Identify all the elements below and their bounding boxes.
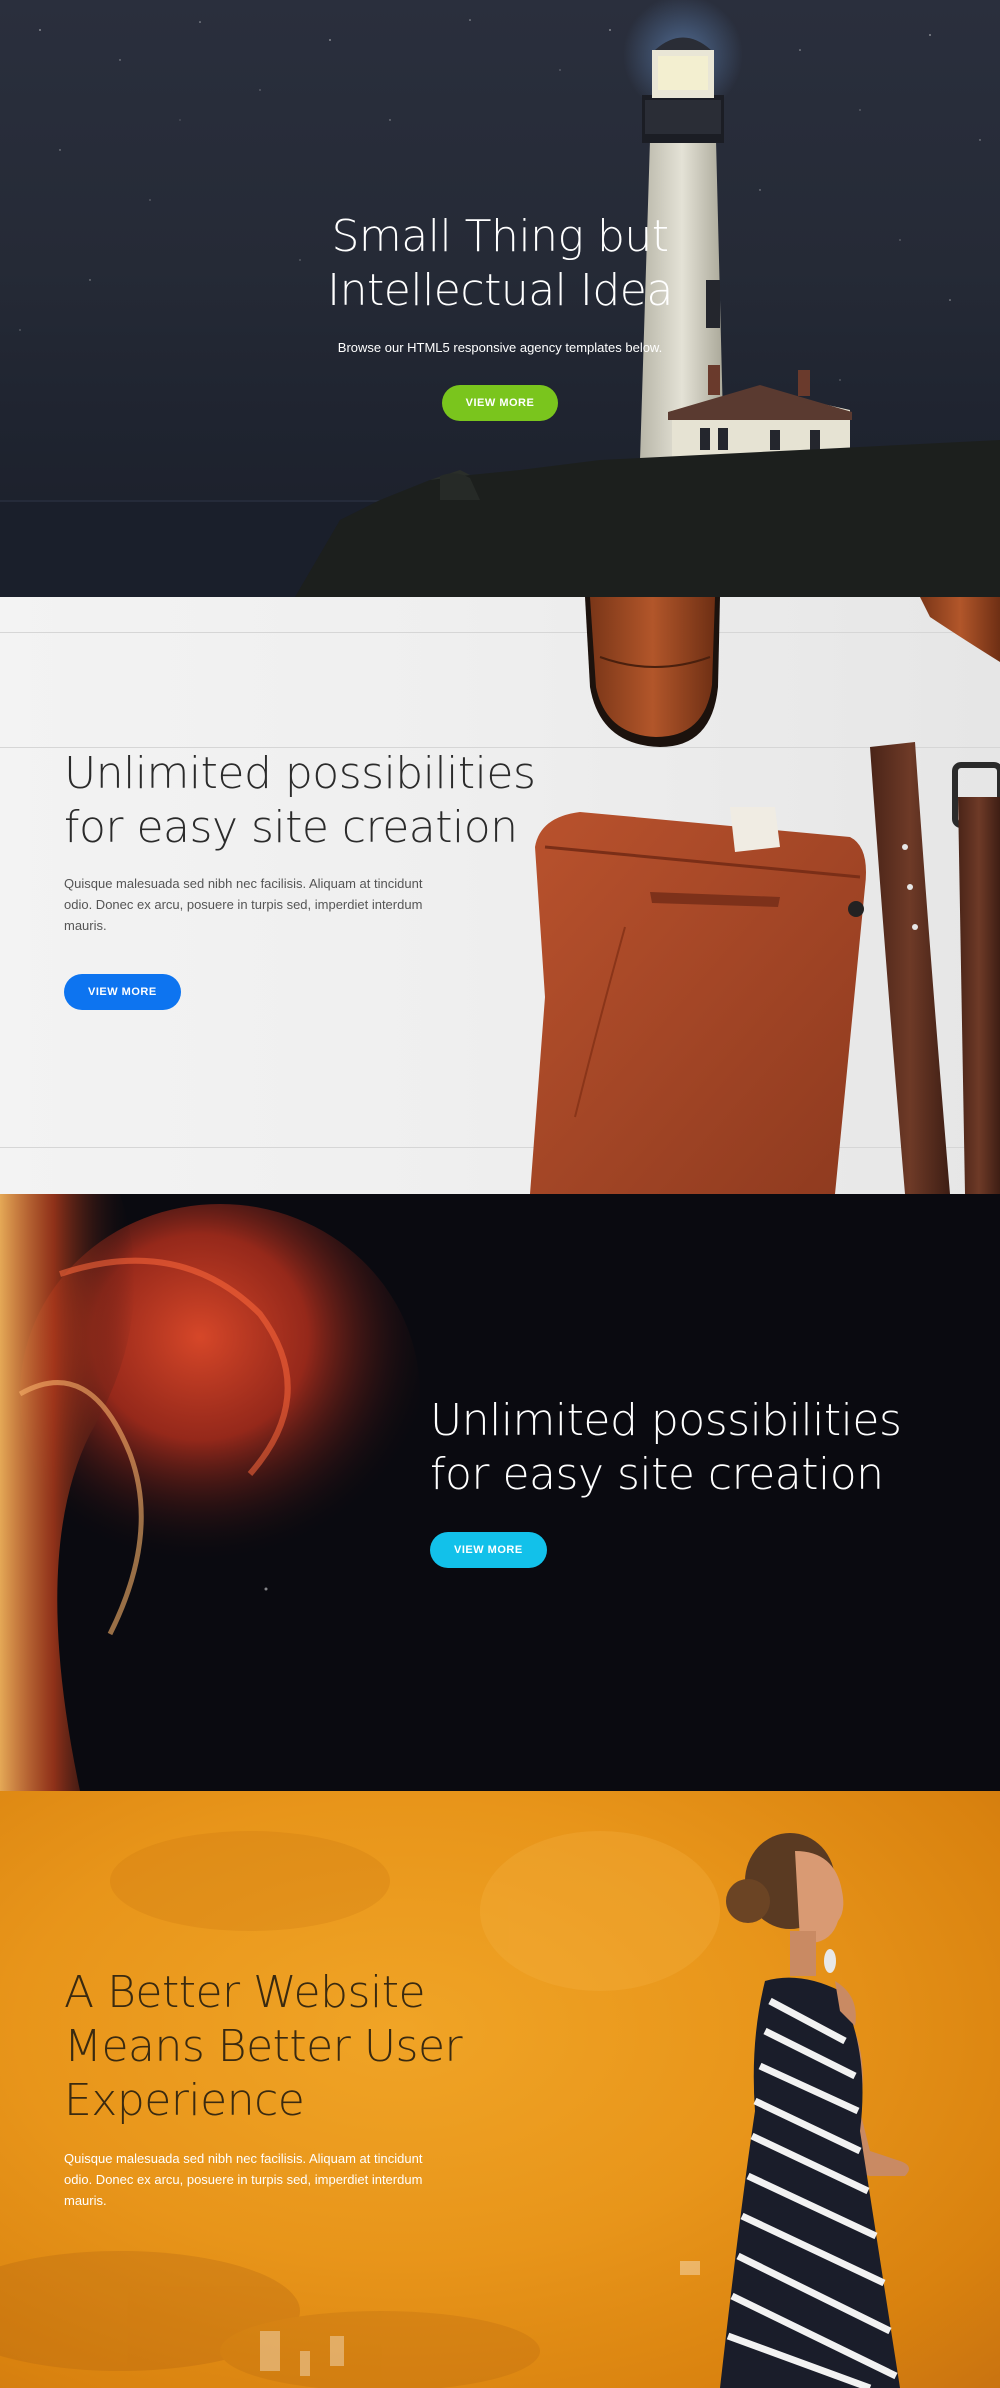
feature-orange-paragraph: Quisque malesuada sed nibh nec facilisis… xyxy=(64,2151,423,2208)
feature-light-view-more-button[interactable]: VIEW MORE xyxy=(64,974,181,1010)
feature-dark-title-line1: Unlimited possibilities xyxy=(430,1395,902,1446)
feature-orange-title: A Better Website Means Better User Exper… xyxy=(64,1966,564,2128)
feature-dark-view-more-button[interactable]: VIEW MORE xyxy=(430,1532,547,1568)
feature-orange-title-line1: A Better Website xyxy=(64,1967,426,2018)
hero-title-line2: Intellectual Idea xyxy=(327,265,673,316)
feature-dark-content: Unlimited possibilities for easy site cr… xyxy=(430,1394,950,1568)
feature-dark-title: Unlimited possibilities for easy site cr… xyxy=(430,1394,950,1502)
hero-content: Small Thing but Intellectual Idea Browse… xyxy=(0,210,1000,421)
hero-subtitle: Browse our HTML5 responsive agency templ… xyxy=(337,340,663,355)
hero-title-line1: Small Thing but xyxy=(331,211,669,262)
feature-orange-section: A Better Website Means Better User Exper… xyxy=(0,1791,1000,2388)
feature-light-title-line1: Unlimited possibilities xyxy=(64,748,536,799)
hero-title: Small Thing but Intellectual Idea xyxy=(0,210,1000,318)
feature-light-title: Unlimited possibilities for easy site cr… xyxy=(64,747,584,855)
feature-light-title-line2: for easy site creation xyxy=(64,802,518,853)
feature-dark-title-line2: for easy site creation xyxy=(430,1449,884,1500)
feature-orange-title-line2: Means Better User xyxy=(64,2021,463,2072)
feature-dark-section: Unlimited possibilities for easy site cr… xyxy=(0,1194,1000,1791)
hero-section: Small Thing but Intellectual Idea Browse… xyxy=(0,0,1000,597)
feature-light-content: Unlimited possibilities for easy site cr… xyxy=(64,747,584,1010)
feature-light-paragraph: Quisque malesuada sed nibh nec facilisis… xyxy=(64,876,423,933)
feature-light-section: Unlimited possibilities for easy site cr… xyxy=(0,597,1000,1194)
feature-orange-content: A Better Website Means Better User Exper… xyxy=(64,1966,564,2211)
hero-view-more-button[interactable]: VIEW MORE xyxy=(441,385,559,421)
feature-orange-title-line3: Experience xyxy=(64,2075,305,2126)
